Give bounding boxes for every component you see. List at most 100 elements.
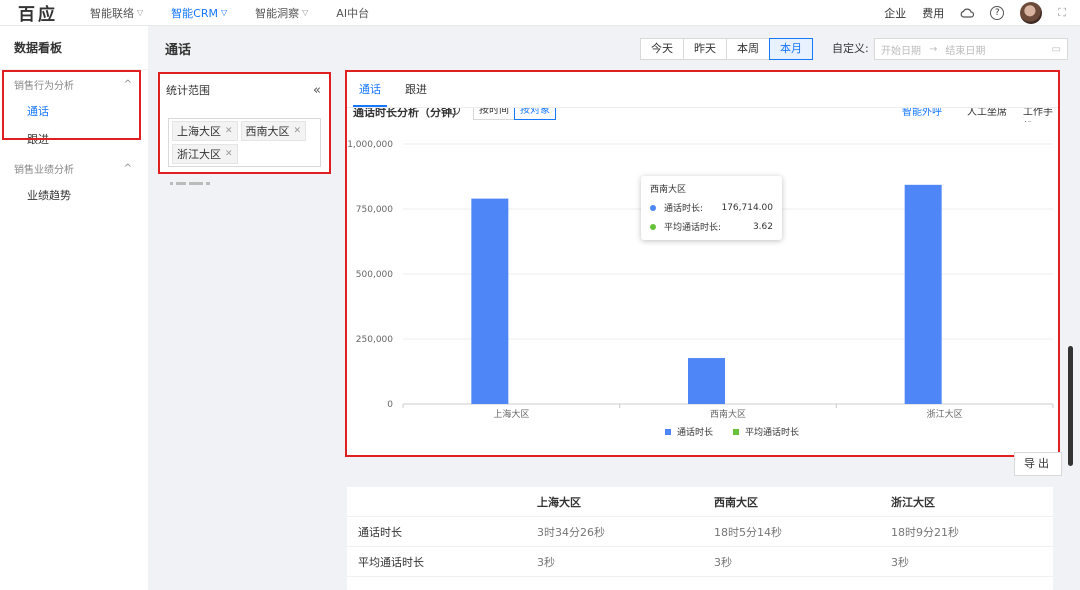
stats-scope-panel: 统计范围 « 上海大区 ✕ 西南大区 ✕ 浙江大区 ✕ — [158, 72, 331, 174]
filter-smart-call[interactable]: 智能外呼 — [902, 108, 942, 118]
series-dot — [650, 204, 656, 211]
nav-label: 智能洞察 — [255, 6, 300, 20]
table-header-row: 上海大区 西南大区 浙江大区 — [347, 487, 1053, 517]
chart-tabs: 通话 跟进 — [347, 72, 1058, 108]
chart-subheader: 通话时长分析（分钟） ? 按时间 按对象 智能外呼 人工坐席 工作手机 — [353, 108, 1053, 122]
by-object-button[interactable]: 按对象 — [514, 108, 556, 120]
nav-label: AI中台 — [336, 6, 370, 20]
chevron-down-icon: ▽ — [220, 8, 228, 17]
top-navigation-bar: 百应 智能联络 ▽ 智能CRM ▽ 智能洞察 ▽ AI中台 企业 费用 ? ⛶ — [0, 0, 1080, 26]
end-date-placeholder[interactable]: 结束日期 — [945, 42, 985, 57]
tab-followup[interactable]: 跟进 — [399, 77, 433, 107]
chart-tooltip: 西南大区 通话时长: 176,714.00 平均通话时长: 3.62 — [641, 176, 782, 240]
legend-swatch — [665, 429, 671, 435]
group-label: 销售业绩分析 — [14, 164, 74, 176]
date-tab-today[interactable]: 今天 — [640, 38, 684, 60]
date-range-tabs: 今天 昨天 本周 本月 — [640, 38, 813, 60]
y-tick-label: 0 — [387, 400, 393, 410]
fullscreen-icon[interactable]: ⛶ — [1058, 6, 1066, 20]
highlight-box — [2, 70, 141, 140]
nav-smart-insight[interactable]: 智能洞察 ▽ — [255, 5, 308, 21]
enterprise-link[interactable]: 企业 — [884, 5, 906, 21]
table-header-cell: 西南大区 — [714, 495, 758, 509]
close-icon[interactable]: ✕ — [225, 149, 233, 159]
tooltip-value: 3.62 — [752, 221, 773, 232]
help-icon[interactable]: ? — [990, 6, 1005, 20]
legend-label: 平均通话时长 — [745, 426, 799, 438]
scope-header: 统计范围 « — [160, 74, 329, 106]
tooltip-row: 通话时长: 176,714.00 — [650, 201, 773, 214]
nav-label: 智能联络 — [90, 6, 134, 20]
table-cell: 通话时长 — [358, 525, 402, 539]
nav-smart-crm[interactable]: 智能CRM ▽ — [171, 5, 227, 21]
bar-call-duration — [688, 358, 725, 404]
user-avatar[interactable] — [1020, 2, 1043, 24]
chevron-down-icon: ▽ — [137, 8, 144, 17]
tag-label: 西南大区 — [245, 125, 290, 138]
tooltip-value: 176,714.00 — [721, 202, 773, 213]
date-tab-this-month[interactable]: 本月 — [769, 38, 813, 60]
cloud-icon[interactable] — [960, 7, 975, 19]
table-header-cell: 上海大区 — [537, 495, 581, 509]
y-tick-label: 750,000 — [356, 205, 393, 215]
nav-label: 智能CRM — [171, 6, 218, 20]
table-cell: 3时34分26秒 — [537, 525, 605, 539]
x-tick-label: 浙江大区 — [927, 408, 963, 420]
tab-calls[interactable]: 通话 — [353, 77, 387, 107]
table-row: 平均通话时长 3秒 3秒 3秒 — [347, 547, 1053, 577]
page-header: 通话 今天 昨天 本周 本月 自定义: 开始日期 → 结束日期 ▭ — [148, 26, 1080, 70]
table-cell: 3秒 — [537, 555, 555, 569]
legend-label: 通话时长 — [677, 426, 713, 438]
start-date-placeholder[interactable]: 开始日期 — [881, 42, 921, 57]
table-cell: 3秒 — [714, 555, 732, 569]
nav-smart-contact[interactable]: 智能联络 ▽ — [90, 5, 143, 21]
y-tick-label: 250,000 — [356, 335, 393, 345]
export-button[interactable]: 导出 — [1014, 452, 1062, 476]
tag-label: 浙江大区 — [177, 148, 221, 161]
bar-chart: 0250,000500,000750,0001,000,000上海大区 西南大区浙… — [347, 140, 1054, 438]
cost-link[interactable]: 费用 — [922, 5, 944, 21]
tag-label: 上海大区 — [177, 125, 221, 138]
close-icon[interactable]: ✕ — [294, 126, 302, 136]
table-cell: 18时9分21秒 — [891, 525, 959, 539]
chevron-down-icon: ▽ — [302, 8, 309, 17]
date-tab-this-week[interactable]: 本周 — [726, 38, 770, 60]
table-cell: 平均通话时长 — [358, 555, 424, 569]
tooltip-title: 西南大区 — [650, 185, 687, 195]
x-tick-label: 西南大区 — [710, 408, 746, 420]
custom-range-label: 自定义: — [832, 42, 869, 55]
collapse-icon[interactable]: « — [313, 83, 321, 98]
close-icon[interactable]: ✕ — [225, 126, 233, 136]
scope-tag-select[interactable]: 上海大区 ✕ 西南大区 ✕ 浙江大区 ✕ — [168, 118, 321, 167]
page-scrollbar[interactable] — [1068, 346, 1073, 466]
chevron-up-icon: ^ — [123, 162, 132, 174]
chart-panel: 通话 跟进 通话时长分析（分钟） ? 按时间 按对象 智能外呼 人工坐席 工作手… — [345, 70, 1060, 457]
y-tick-label: 1,000,000 — [347, 140, 393, 150]
summary-table: 上海大区 西南大区 浙江大区 通话时长 3时34分26秒 18时5分14秒 18… — [347, 487, 1053, 590]
date-range-picker[interactable]: 开始日期 → 结束日期 ▭ — [874, 38, 1068, 60]
legend-swatch — [733, 429, 739, 435]
y-tick-label: 500,000 — [356, 270, 393, 280]
bar-call-duration — [471, 198, 509, 404]
chart-title: 通话时长分析（分钟） — [353, 108, 463, 119]
tooltip-label: 平均通话时长: — [664, 223, 722, 233]
scope-tag: 西南大区 ✕ — [240, 121, 307, 141]
scope-footer-placeholder — [170, 182, 210, 185]
tooltip-row: 平均通话时长: 3.62 — [650, 220, 773, 233]
scope-tag: 浙江大区 ✕ — [172, 144, 238, 164]
table-header-cell: 浙江大区 — [891, 495, 935, 509]
sidebar-item-performance-trend[interactable]: 业绩趋势 — [0, 182, 148, 210]
bar-call-duration — [904, 184, 942, 404]
filter-manual-seat[interactable]: 人工坐席 — [967, 108, 1007, 118]
sidebar-title: 数据看板 — [0, 26, 148, 70]
by-time-button[interactable]: 按时间 — [473, 108, 515, 120]
range-arrow: → — [929, 43, 938, 55]
nav-ai-platform[interactable]: AI中台 — [336, 5, 369, 21]
date-tab-yesterday[interactable]: 昨天 — [683, 38, 727, 60]
page-title: 通话 — [165, 42, 192, 58]
calendar-icon[interactable]: ▭ — [1052, 44, 1061, 55]
sidebar-group-sales-performance[interactable]: 销售业绩分析 ^ — [0, 154, 148, 182]
app-logo[interactable]: 百应 — [18, 0, 90, 25]
table-row: 通话时长 3时34分26秒 18时5分14秒 18时9分21秒 — [347, 517, 1053, 547]
filter-work-phone[interactable]: 工作手机 — [1023, 108, 1053, 122]
